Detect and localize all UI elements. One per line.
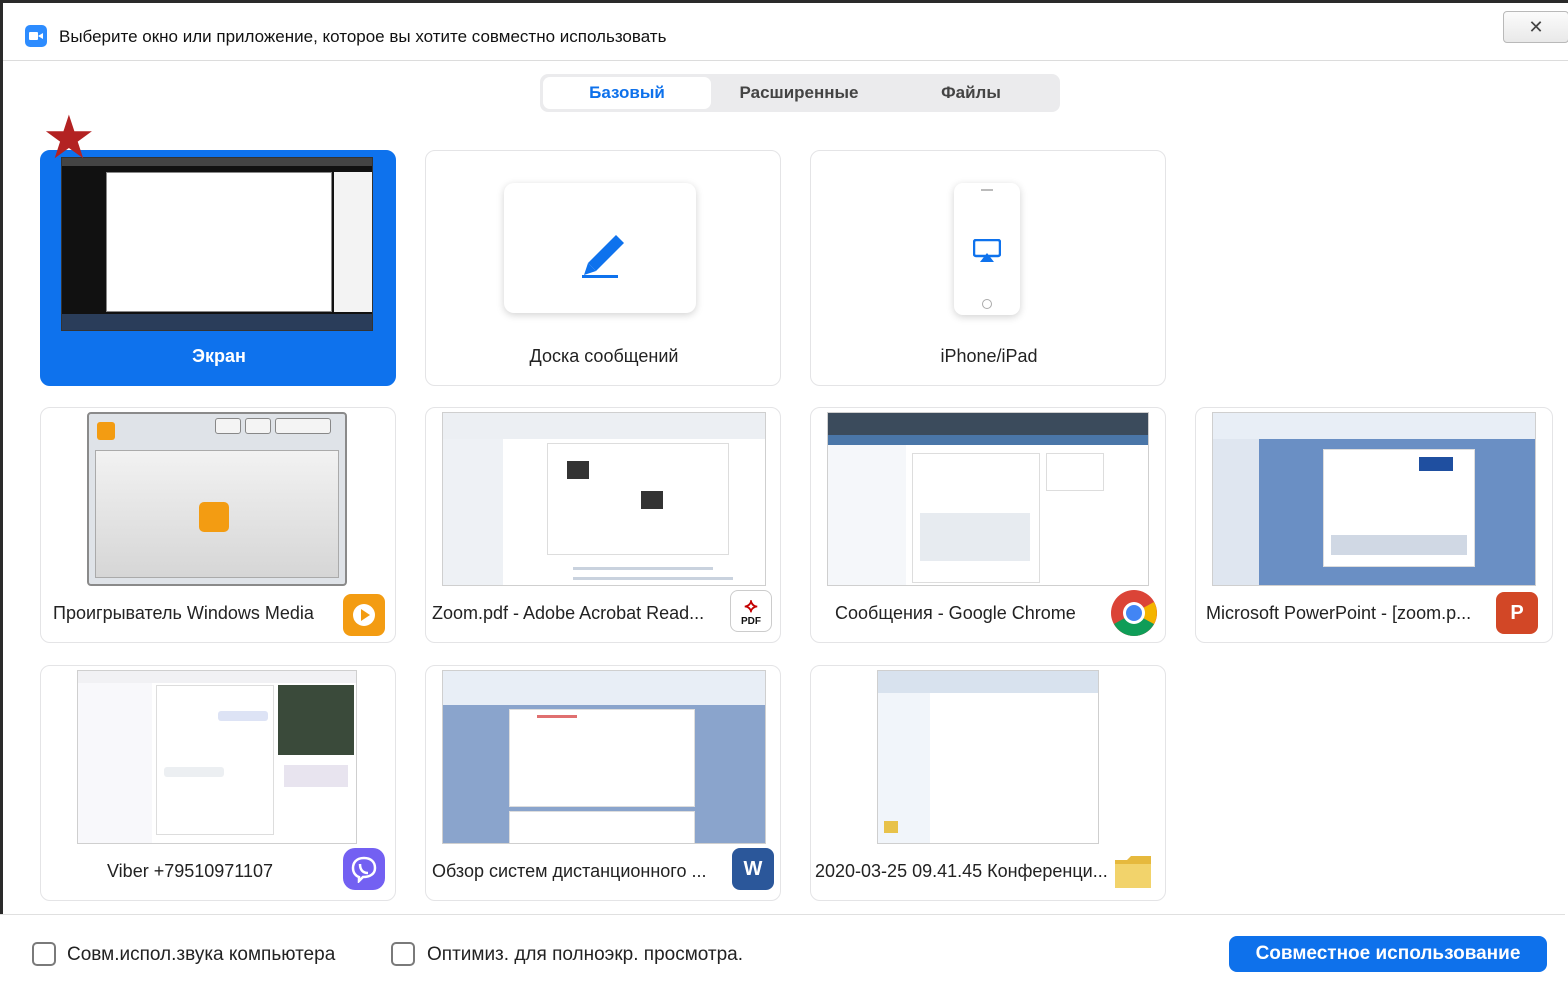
- screen-thumbnail: [61, 157, 373, 331]
- window-title: Выберите окно или приложение, которое вы…: [59, 27, 667, 46]
- share-option-chrome[interactable]: Сообщения - Google Chrome: [810, 407, 1166, 643]
- share-option-wmp[interactable]: Проигрыватель Windows Media: [40, 407, 396, 643]
- word-thumbnail: [442, 670, 766, 844]
- powerpoint-icon: P: [1496, 592, 1538, 634]
- title-bar: Выберите окно или приложение, которое вы…: [3, 3, 1568, 61]
- word-label: Обзор систем дистанционного ...: [432, 861, 707, 881]
- share-option-acrobat[interactable]: Zoom.pdf - Adobe Acrobat Read... ⟡ PDF: [425, 407, 781, 643]
- optimize-video-label[interactable]: Оптимиз. для полноэкр. просмотра.: [427, 944, 743, 966]
- close-button[interactable]: ✕: [1503, 11, 1568, 43]
- share-tabs: Базовый Расширенные Файлы: [540, 74, 1060, 112]
- wmp-label: Проигрыватель Windows Media: [53, 603, 314, 623]
- whiteboard-label: Доска сообщений: [529, 346, 679, 366]
- share-option-word[interactable]: Обзор систем дистанционного ... W: [425, 665, 781, 901]
- zoom-app-icon: [25, 25, 47, 47]
- folder-icon: [1111, 850, 1155, 894]
- tab-basic[interactable]: Базовый: [543, 77, 711, 109]
- phone-thumbnail: [954, 183, 1020, 315]
- chrome-thumbnail: [827, 412, 1149, 586]
- whiteboard-thumbnail: [504, 183, 696, 313]
- share-option-whiteboard[interactable]: Доска сообщений: [425, 150, 781, 386]
- pen-icon: [582, 235, 624, 278]
- powerpoint-label: Microsoft PowerPoint - [zoom.p...: [1206, 603, 1472, 623]
- viber-thumbnail: [77, 670, 357, 844]
- chrome-label: Сообщения - Google Chrome: [835, 603, 1076, 623]
- tab-advanced[interactable]: Расширенные: [714, 77, 884, 109]
- iphone-label: iPhone/iPad: [940, 346, 1038, 366]
- airplay-icon: [973, 239, 1001, 262]
- viber-label: Viber +79510971107: [107, 861, 273, 881]
- powerpoint-thumbnail: [1212, 412, 1536, 586]
- acrobat-thumbnail: [442, 412, 766, 586]
- folder-thumbnail: [877, 670, 1099, 844]
- share-audio-label[interactable]: Совм.испол.звука компьютера: [67, 944, 335, 966]
- share-audio-checkbox[interactable]: [32, 942, 56, 966]
- wmp-thumbnail: [87, 412, 347, 586]
- tab-files[interactable]: Файлы: [886, 77, 1056, 109]
- star-marker-icon: ★: [42, 104, 96, 171]
- share-option-folder[interactable]: 2020-03-25 09.41.45 Конференци...: [810, 665, 1166, 901]
- windows-media-player-icon: [343, 594, 385, 636]
- share-option-powerpoint[interactable]: Microsoft PowerPoint - [zoom.p... P: [1195, 407, 1553, 643]
- optimize-video-checkbox[interactable]: [391, 942, 415, 966]
- share-option-iphone[interactable]: iPhone/iPad: [810, 150, 1166, 386]
- chrome-icon: [1109, 588, 1159, 638]
- acrobat-label: Zoom.pdf - Adobe Acrobat Read...: [432, 603, 705, 623]
- folder-label: 2020-03-25 09.41.45 Конференци...: [815, 861, 1108, 881]
- pdf-icon: ⟡ PDF: [730, 590, 772, 632]
- screen-label: Экран: [192, 346, 246, 366]
- share-option-viber[interactable]: Viber +79510971107: [40, 665, 396, 901]
- word-icon: W: [732, 848, 774, 890]
- share-option-screen[interactable]: Экран: [40, 150, 396, 386]
- viber-icon: [343, 848, 385, 890]
- share-button[interactable]: Совместное использование: [1229, 936, 1547, 972]
